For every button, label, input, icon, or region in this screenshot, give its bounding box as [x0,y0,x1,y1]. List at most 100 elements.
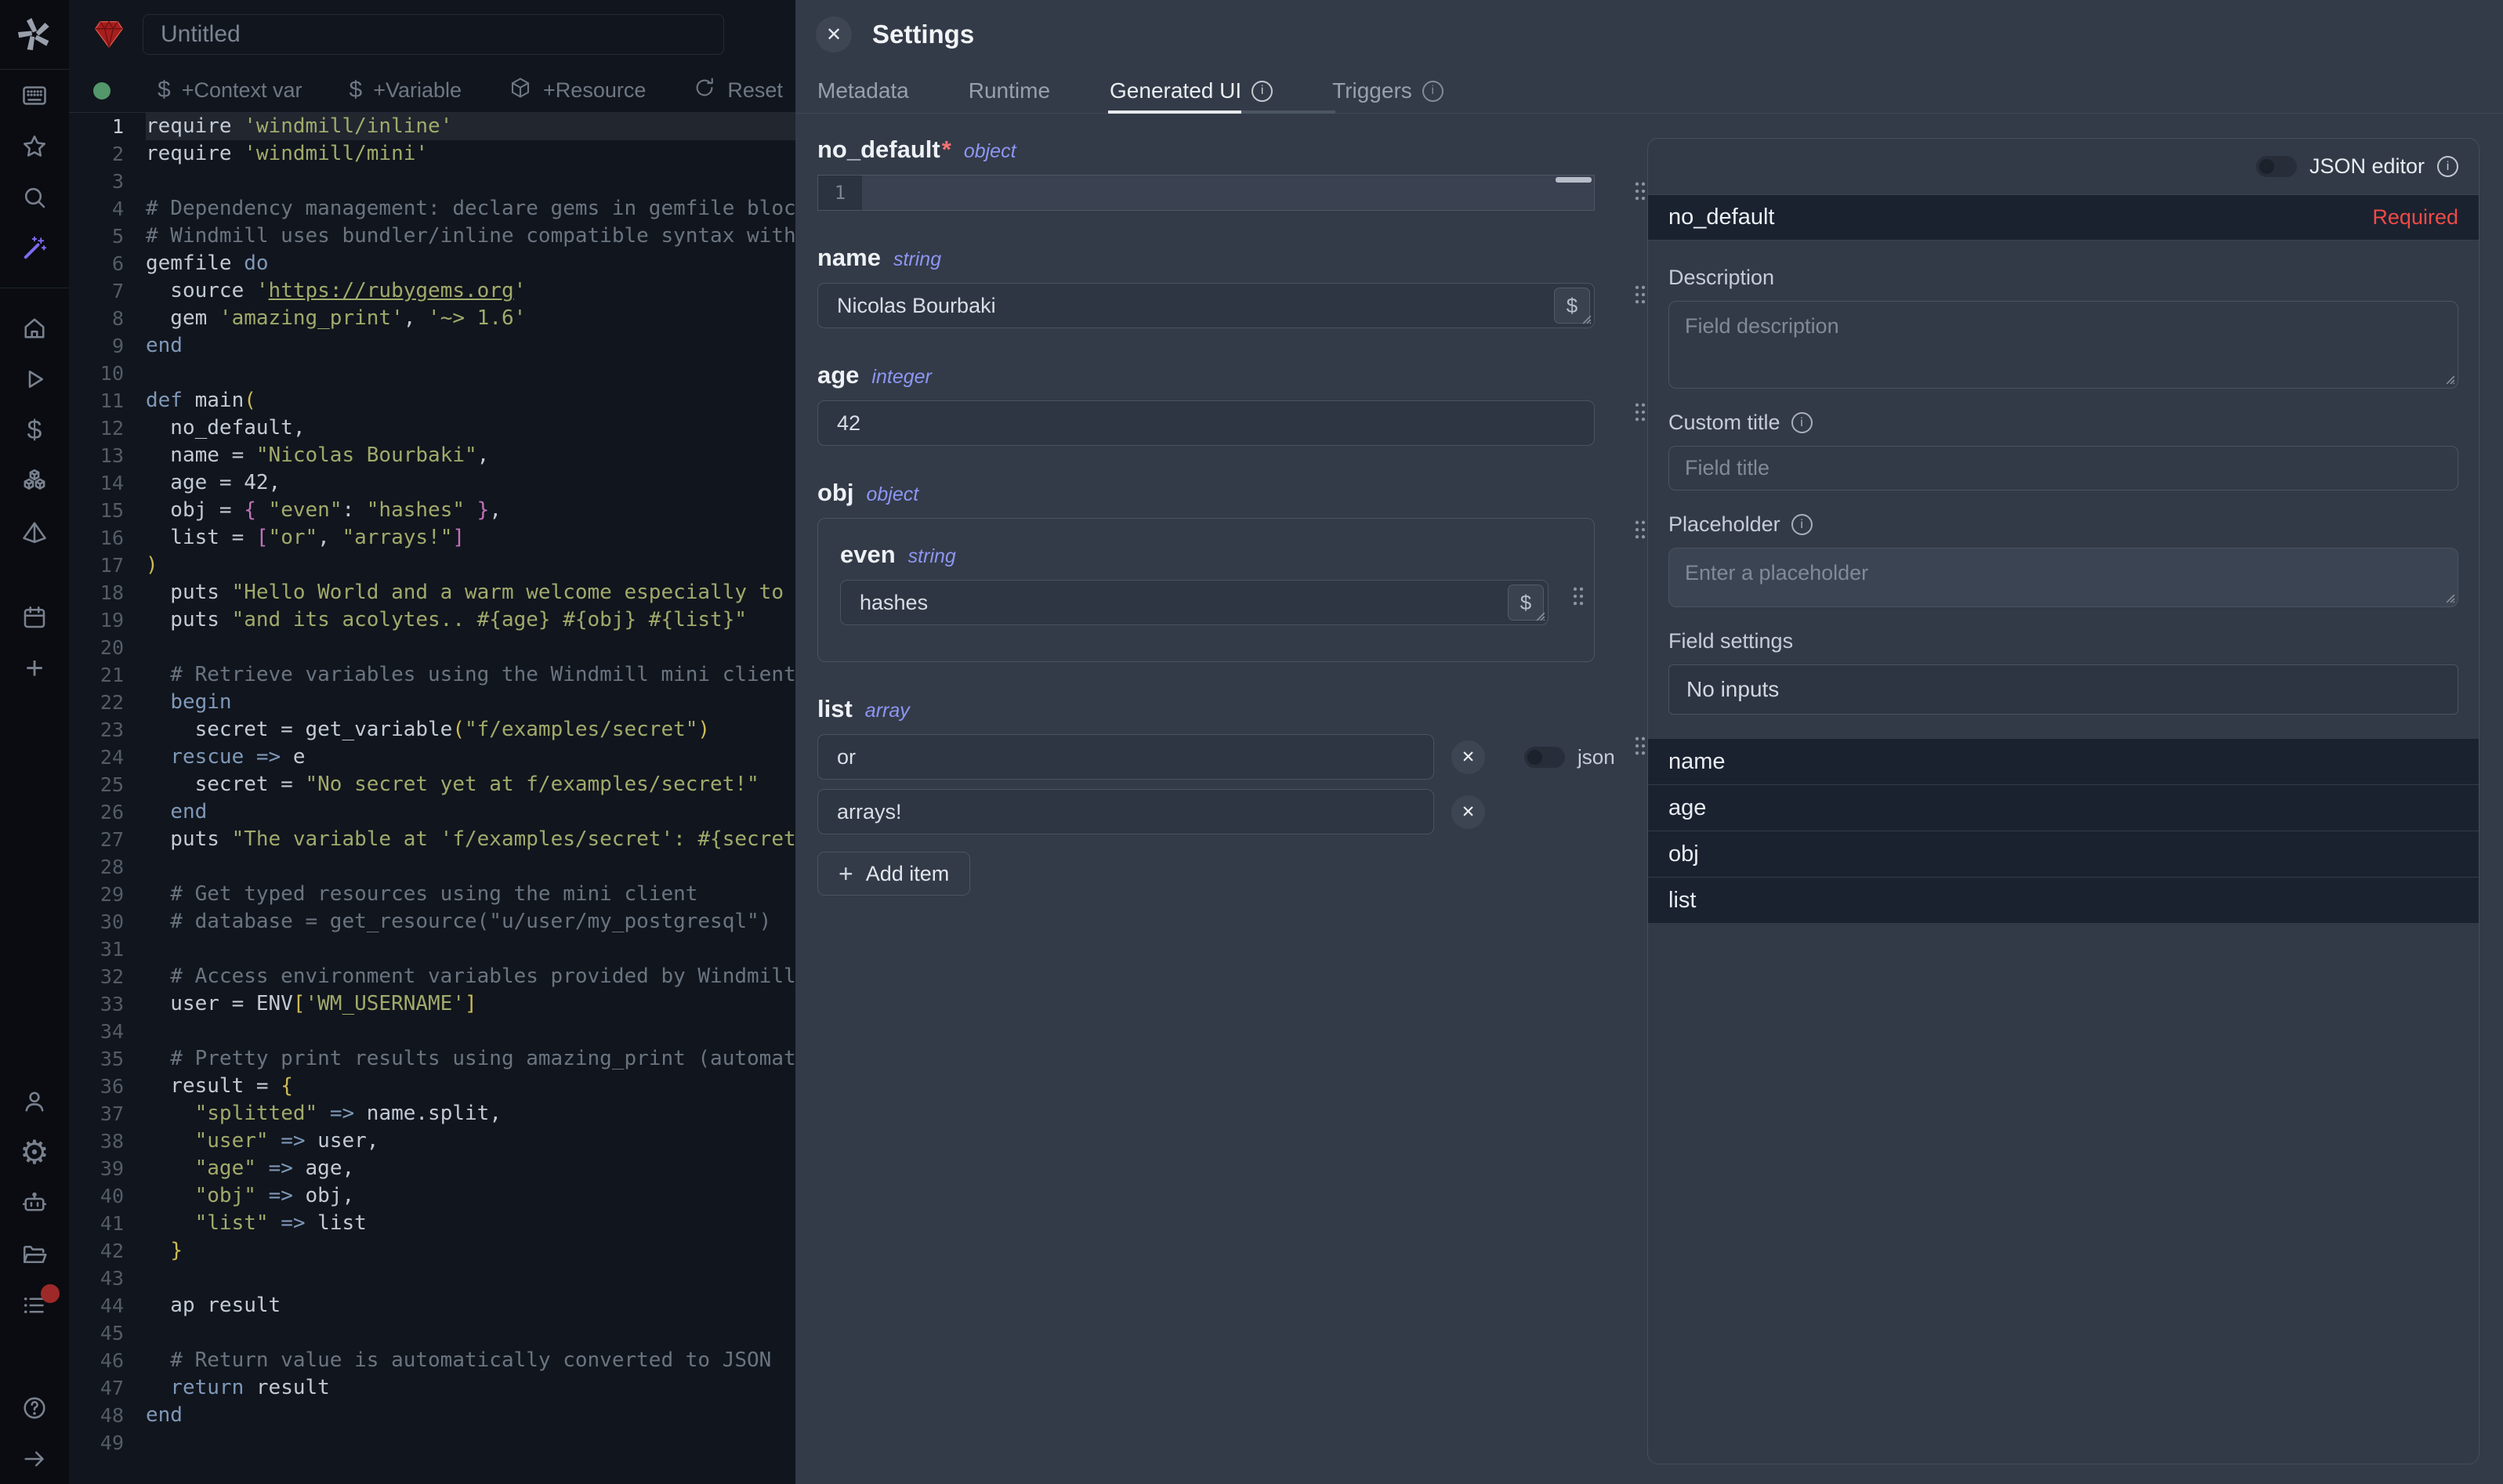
boxes-icon[interactable] [0,455,69,506]
tab-metadata[interactable]: Metadata [817,69,909,113]
field-row-list[interactable]: list [1648,878,2479,924]
placeholder-textarea[interactable] [1668,548,2458,607]
field-row-label: obj [1668,842,1699,867]
resize-grip-icon[interactable] [2444,592,2456,604]
info-icon[interactable]: i [1422,81,1443,102]
ruby-language-icon [91,16,127,52]
tab-triggers[interactable]: Triggers i [1332,69,1443,113]
info-icon[interactable]: i [1791,412,1813,433]
field-type: array [865,700,910,722]
code-line: 8 gem 'amazing_print', '~> 1.6' [69,305,795,332]
calendar-icon[interactable] [0,592,69,642]
drag-handle-icon[interactable] [1634,519,1646,540]
gear-icon[interactable]: ⚙ [0,1127,69,1178]
help-icon[interactable] [0,1382,69,1433]
reset-button[interactable]: Reset [693,76,783,105]
tab-runtime[interactable]: Runtime [969,69,1050,113]
description-textarea[interactable] [1668,301,2458,389]
resize-grip-icon[interactable] [1534,610,1546,622]
arrow-right-icon[interactable] [0,1433,69,1484]
folder-icon[interactable] [0,1229,69,1279]
add-resource-button[interactable]: +Resource [509,76,646,105]
tab-generated-ui[interactable]: Generated UI i [1110,69,1273,113]
robot-icon[interactable] [0,1178,69,1229]
code-line: 47 return result [69,1374,795,1402]
remove-item-icon[interactable]: ✕ [1451,740,1485,774]
scrollbar-thumb[interactable] [1556,177,1592,183]
field-row-label: age [1668,795,1706,821]
list-item-input[interactable] [817,789,1434,834]
field-type: string [893,248,941,271]
line-number: 35 [69,1045,146,1073]
pyramid-icon[interactable] [0,506,69,557]
even-input[interactable] [840,580,1549,625]
line-number: 42 [69,1237,146,1265]
field-name: age [817,361,859,389]
field-name: obj [817,479,854,507]
code-line: 44 ap result [69,1292,795,1319]
line-number: 2 [69,140,146,168]
code-line: 19 puts "and its acolytes.. #{age} #{obj… [69,606,795,634]
search-icon[interactable] [0,172,69,223]
script-title-input[interactable] [143,14,724,55]
add-item-button[interactable]: + Add item [817,852,970,896]
json-editor-toggle[interactable] [2256,156,2297,177]
drag-handle-icon[interactable] [1634,402,1646,422]
play-icon[interactable] [0,353,69,404]
field-age: age integer [817,361,1664,446]
line-number: 33 [69,990,146,1018]
line-number: 6 [69,250,146,277]
notification-dot [41,1284,60,1303]
code-line: 30 # database = get_resource("u/user/my_… [69,908,795,936]
json-toggle[interactable] [1524,747,1565,768]
wand-icon[interactable] [0,223,69,273]
resize-grip-icon[interactable] [2444,374,2456,385]
custom-title-label: Custom title i [1668,411,2458,435]
placeholder-label-text: Placeholder [1668,512,1780,537]
list-icon[interactable] [0,1279,69,1330]
close-icon[interactable]: ✕ [816,16,852,52]
description-label: Description [1668,266,2458,290]
info-icon[interactable]: i [2437,156,2458,177]
field-row-obj[interactable]: obj [1648,831,2479,878]
code-line: 25 secret = "No secret yet at f/examples… [69,771,795,798]
custom-title-input[interactable] [1668,446,2458,490]
windmill-logo-icon[interactable] [0,0,69,70]
resize-grip-icon[interactable] [1581,313,1592,325]
add-variable-button[interactable]: $ +Variable [350,78,462,103]
windmill-script-editor: $ + ⚙ $ +Context var $ +Variable +Resourc… [0,0,2503,1484]
plus-icon: + [839,861,853,886]
drag-handle-icon[interactable] [1572,586,1585,606]
remove-item-icon[interactable]: ✕ [1451,795,1485,829]
package-icon [509,76,532,105]
line-number: 19 [69,606,146,634]
line-number: 38 [69,1127,146,1155]
age-input[interactable] [817,400,1595,446]
add-context-var-button[interactable]: $ +Context var [158,78,302,103]
drag-handle-icon[interactable] [1634,284,1646,305]
code-line: 33 user = ENV['WM_USERNAME'] [69,990,795,1018]
age-input-wrap [817,400,1595,446]
code-editor[interactable]: 1require 'windmill/inline'2require 'wind… [69,113,795,1484]
plus-icon[interactable]: + [0,642,69,693]
line-number: 9 [69,332,146,360]
window-icon[interactable] [0,70,69,121]
selected-field-row[interactable]: no_default Required [1648,194,2479,241]
field-row-age[interactable]: age [1648,785,2479,831]
json-input-body[interactable] [862,176,1594,210]
dollar-icon[interactable]: $ [0,404,69,455]
star-icon[interactable] [0,121,69,172]
info-icon[interactable]: i [1252,81,1273,102]
home-icon[interactable] [0,302,69,353]
list-item-input[interactable] [817,734,1434,780]
field-row-name[interactable]: name [1648,738,2479,785]
line-number: 29 [69,881,146,908]
info-icon[interactable]: i [1791,514,1813,535]
user-icon[interactable] [0,1076,69,1127]
no-default-json-input[interactable]: 1 [817,175,1595,211]
sidebar-group-top [0,70,69,273]
name-input[interactable] [817,283,1595,328]
drag-handle-icon[interactable] [1634,736,1646,756]
line-number: 16 [69,524,146,552]
drag-handle-icon[interactable] [1634,181,1646,201]
